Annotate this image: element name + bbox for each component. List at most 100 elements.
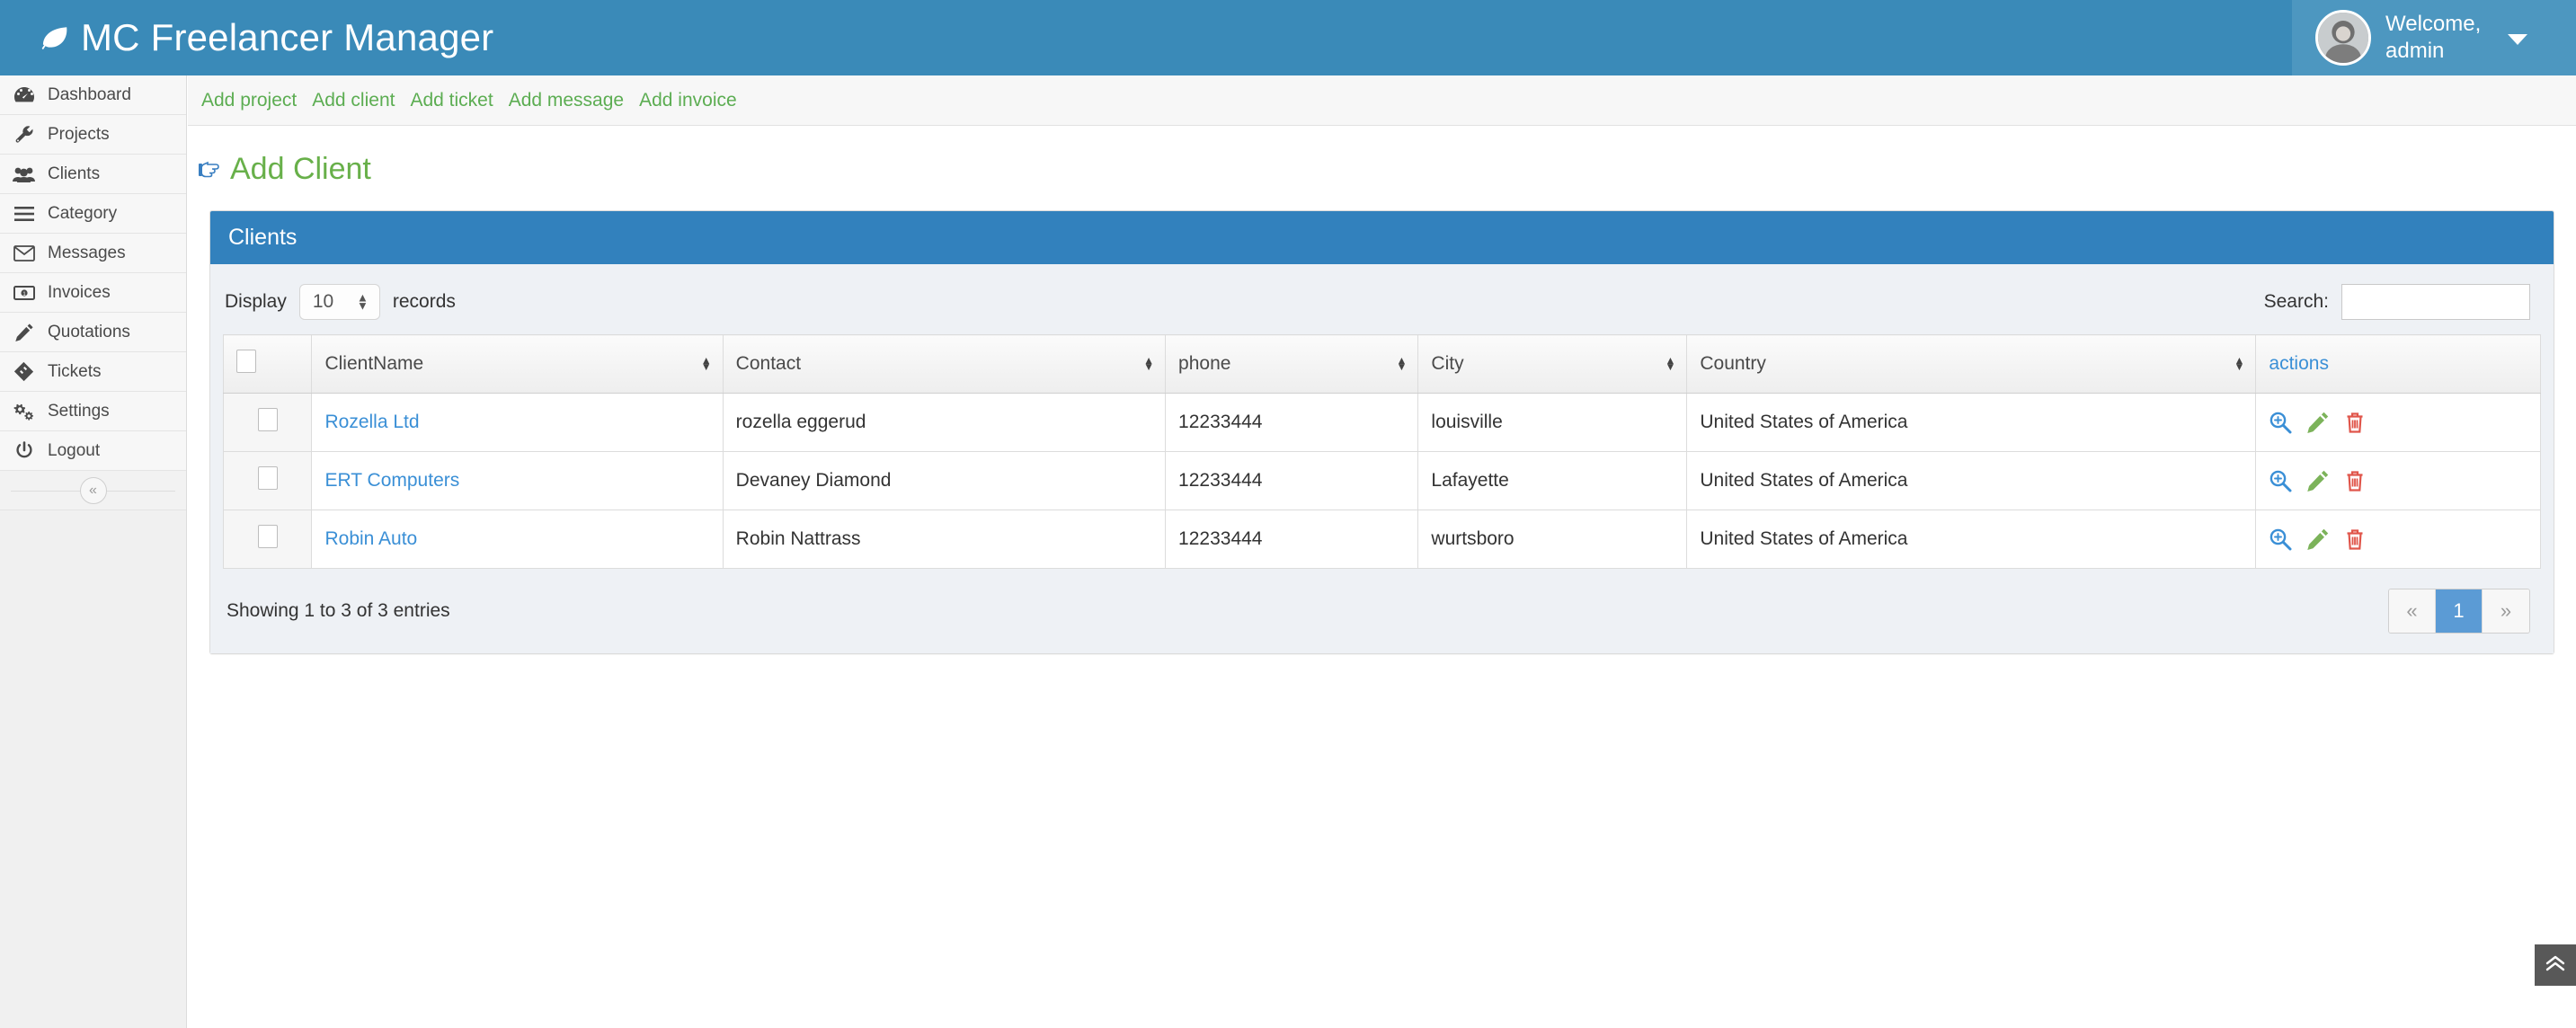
caret-down-icon[interactable] bbox=[2508, 34, 2527, 45]
row-checkbox[interactable] bbox=[257, 408, 278, 431]
cell-city: wurtsboro bbox=[1417, 510, 1688, 569]
power-icon bbox=[13, 440, 35, 461]
view-zoom-icon[interactable] bbox=[2269, 412, 2306, 434]
sidebar-item-clients[interactable]: Clients bbox=[0, 155, 186, 194]
wrench-icon bbox=[13, 125, 35, 145]
column-header-contact[interactable]: Contact ▲ ▼ bbox=[722, 334, 1167, 394]
column-header-select-all[interactable] bbox=[222, 334, 313, 394]
sidebar-item-label: Logout bbox=[48, 440, 101, 460]
cell-clientname: Rozella Ltd bbox=[311, 393, 724, 452]
row-checkbox[interactable] bbox=[257, 525, 278, 548]
select-all-checkbox[interactable] bbox=[236, 350, 256, 373]
panel-heading: Clients bbox=[210, 211, 2554, 264]
page-length-select[interactable]: 10 ▲ ▼ bbox=[298, 284, 380, 320]
sidebar-collapse-row: « bbox=[0, 471, 186, 510]
client-name-link[interactable]: Rozella Ltd bbox=[324, 412, 419, 432]
column-label: City bbox=[1431, 353, 1464, 374]
sidebar-item-messages[interactable]: Messages bbox=[0, 234, 186, 273]
bars-icon bbox=[13, 204, 35, 224]
cell-country: United States of America bbox=[1686, 451, 2257, 510]
delete-trash-icon[interactable] bbox=[2344, 470, 2375, 492]
sort-arrows-icon: ▲ ▼ bbox=[2234, 354, 2245, 373]
users-icon bbox=[13, 164, 35, 184]
pagination-previous[interactable]: « bbox=[2389, 589, 2436, 633]
sidebar-collapse-button[interactable]: « bbox=[79, 476, 107, 504]
column-header-phone[interactable]: phone ▲ ▼ bbox=[1165, 334, 1419, 394]
cell-actions bbox=[2255, 451, 2541, 510]
money-icon: 1 bbox=[13, 283, 35, 303]
view-zoom-icon[interactable] bbox=[2269, 470, 2306, 492]
sidebar-item-label: Dashboard bbox=[48, 84, 131, 104]
search-input[interactable] bbox=[2341, 284, 2530, 320]
sort-arrows-icon: ▲ ▼ bbox=[1396, 354, 1408, 373]
row-select-cell[interactable] bbox=[222, 393, 313, 452]
edit-pencil-icon[interactable] bbox=[2306, 412, 2344, 433]
welcome-text: Welcome, admin bbox=[2385, 11, 2493, 65]
cell-phone: 12233444 bbox=[1165, 393, 1419, 452]
quick-link-add-project[interactable]: Add project bbox=[201, 90, 297, 111]
column-header-clientname[interactable]: ClientName ▲ ▼ bbox=[311, 334, 724, 394]
sidebar-item-label: Projects bbox=[48, 124, 110, 144]
sidebar-item-invoices[interactable]: 1 Invoices bbox=[0, 273, 186, 313]
sidebar-item-logout[interactable]: Logout bbox=[0, 431, 186, 471]
client-name-link[interactable]: Robin Auto bbox=[324, 528, 417, 549]
clients-panel: Clients Display 10 ▲ ▼ records Search: C… bbox=[209, 210, 2554, 654]
chevron-double-left-icon: « bbox=[89, 482, 97, 498]
table-body: Rozella Ltd rozella eggerud 12233444 lou… bbox=[222, 393, 2541, 569]
sidebar-item-dashboard[interactable]: Dashboard bbox=[0, 75, 186, 115]
quick-link-add-message[interactable]: Add message bbox=[509, 90, 624, 111]
column-header-country[interactable]: Country ▲ ▼ bbox=[1686, 334, 2257, 394]
view-zoom-icon[interactable] bbox=[2269, 528, 2306, 551]
row-select-cell[interactable] bbox=[222, 510, 313, 569]
display-label: Display bbox=[225, 291, 287, 312]
quick-link-add-client[interactable]: Add client bbox=[312, 90, 395, 111]
dashboard-icon bbox=[13, 85, 35, 105]
column-label: ClientName bbox=[324, 353, 424, 374]
column-header-actions: actions bbox=[2255, 334, 2541, 394]
table-info: Showing 1 to 3 of 3 entries bbox=[227, 600, 450, 621]
sidebar: Dashboard Projects Clients Category Mess… bbox=[0, 75, 187, 1028]
scroll-to-top-button[interactable] bbox=[2535, 944, 2576, 986]
sidebar-item-projects[interactable]: Projects bbox=[0, 115, 186, 155]
column-label: Country bbox=[1700, 353, 1766, 374]
pencil-icon bbox=[13, 323, 35, 342]
quick-actions-bar: Add project Add client Add ticket Add me… bbox=[188, 75, 2576, 126]
column-label: Contact bbox=[735, 353, 802, 374]
quick-link-add-ticket[interactable]: Add ticket bbox=[410, 90, 493, 111]
page-title: Add Client bbox=[188, 127, 2576, 187]
welcome-line-2: admin bbox=[2385, 39, 2445, 63]
pagination-page-1[interactable]: 1 bbox=[2436, 589, 2483, 633]
cell-contact: Robin Nattrass bbox=[722, 510, 1167, 569]
client-name-link[interactable]: ERT Computers bbox=[324, 470, 459, 491]
table-header-row: ClientName ▲ ▼ Contact ▲ ▼ phone ▲ ▼ City bbox=[222, 334, 2541, 394]
sidebar-item-category[interactable]: Category bbox=[0, 194, 186, 234]
cell-actions bbox=[2255, 510, 2541, 569]
main-content: Add Client Clients Display 10 ▲ ▼ records… bbox=[188, 127, 2576, 1028]
page-title-text: Add Client bbox=[230, 152, 371, 186]
row-checkbox[interactable] bbox=[257, 466, 278, 490]
welcome-line-1: Welcome, bbox=[2385, 12, 2482, 36]
sidebar-item-tickets[interactable]: Tickets bbox=[0, 352, 186, 392]
cell-phone: 12233444 bbox=[1165, 451, 1419, 510]
cell-city: Lafayette bbox=[1417, 451, 1688, 510]
leaf-icon bbox=[40, 19, 77, 57]
sidebar-item-settings[interactable]: Settings bbox=[0, 392, 186, 431]
sidebar-item-label: Settings bbox=[48, 401, 110, 421]
app-brand[interactable]: MC Freelancer Manager bbox=[0, 16, 493, 59]
sidebar-item-label: Tickets bbox=[48, 361, 102, 381]
avatar bbox=[2315, 10, 2371, 66]
user-menu[interactable]: Welcome, admin bbox=[2292, 0, 2576, 75]
table-footer: Showing 1 to 3 of 3 entries « 1 » bbox=[223, 569, 2541, 653]
edit-pencil-icon[interactable] bbox=[2306, 528, 2344, 550]
pagination-next[interactable]: » bbox=[2483, 589, 2529, 633]
cell-contact: Devaney Diamond bbox=[722, 451, 1167, 510]
delete-trash-icon[interactable] bbox=[2344, 528, 2375, 550]
app-title: MC Freelancer Manager bbox=[81, 16, 494, 58]
quick-link-add-invoice[interactable]: Add invoice bbox=[639, 90, 737, 111]
row-select-cell[interactable] bbox=[222, 451, 313, 510]
column-header-city[interactable]: City ▲ ▼ bbox=[1417, 334, 1688, 394]
delete-trash-icon[interactable] bbox=[2344, 412, 2375, 433]
sidebar-item-quotations[interactable]: Quotations bbox=[0, 313, 186, 352]
edit-pencil-icon[interactable] bbox=[2306, 470, 2344, 492]
cogs-icon bbox=[13, 402, 35, 421]
